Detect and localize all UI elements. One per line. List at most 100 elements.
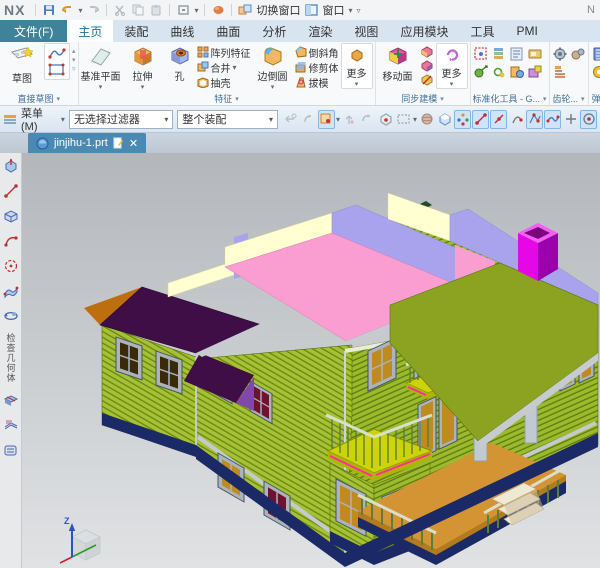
group-dialog-launcher[interactable]: ▾	[581, 95, 585, 103]
std-tool-icon-5[interactable]	[473, 64, 489, 80]
edge-blend-button[interactable]: 边倒圆▾	[253, 43, 293, 91]
midpoint-snap-icon[interactable]	[490, 110, 507, 129]
sync-icon-2[interactable]	[420, 59, 434, 72]
fit-view-icon[interactable]	[176, 3, 190, 17]
orientation-triad[interactable]	[60, 523, 100, 563]
std-tool-icon-4[interactable]	[527, 46, 543, 62]
tab-pmi[interactable]: PMI	[505, 20, 548, 42]
tab-file[interactable]: 文件(F)	[0, 20, 67, 42]
gear-icon-2[interactable]	[570, 46, 586, 62]
sketch-button[interactable]: 草图	[2, 43, 42, 85]
rectangle-select-icon[interactable]	[395, 110, 412, 129]
save-icon[interactable]	[42, 3, 56, 17]
chamfer-button[interactable]: 倒斜角	[295, 45, 339, 59]
snap-point-icon[interactable]	[454, 110, 471, 129]
rotate-icon[interactable]	[359, 110, 376, 129]
center-snap-icon[interactable]	[580, 110, 597, 129]
cut-icon[interactable]	[113, 3, 127, 17]
switch-window-icon[interactable]	[238, 3, 252, 17]
gear-icon-3[interactable]	[552, 64, 568, 80]
hole-button[interactable]: 孔	[165, 43, 195, 83]
tab-assembly[interactable]: 装配	[113, 20, 159, 42]
refresh-icon[interactable]	[211, 3, 225, 17]
feature-more-button[interactable]: 更多▾	[341, 43, 373, 89]
gear-icon-1[interactable]	[552, 46, 568, 62]
studio-spline-icon[interactable]	[48, 46, 66, 61]
move-up-icon[interactable]	[341, 110, 358, 129]
spring-icon-1[interactable]	[591, 46, 600, 62]
redo-icon[interactable]	[86, 3, 100, 17]
undo-dropdown[interactable]: ▾	[78, 6, 82, 15]
unite-button[interactable]: 合并▾	[197, 60, 251, 74]
window-dropdown[interactable]: ▾	[348, 6, 352, 15]
extrude-tool-icon[interactable]	[3, 158, 19, 174]
deselect-icon[interactable]	[300, 110, 317, 129]
highlight-dropdown[interactable]: ▾	[336, 115, 340, 124]
spring-icon-3[interactable]	[591, 64, 600, 80]
select-prev-icon[interactable]	[282, 110, 299, 129]
std-tool-icon-1[interactable]	[473, 46, 489, 62]
sphere-select-icon[interactable]	[418, 110, 435, 129]
curve-snap-icon[interactable]	[508, 110, 525, 129]
spline-snap-icon[interactable]	[544, 110, 561, 129]
group-dialog-launcher[interactable]: ▾	[440, 95, 444, 103]
tab-render[interactable]: 渲染	[297, 20, 343, 42]
rectangle-icon[interactable]	[48, 62, 66, 77]
sketch-gallery-scroll[interactable]: ▴▾▿	[72, 43, 76, 73]
tab-analysis[interactable]: 分析	[251, 20, 297, 42]
tab-curve[interactable]: 曲线	[159, 20, 205, 42]
datum-plane-button[interactable]: 基准平面▾	[81, 43, 121, 91]
fit-view-dropdown[interactable]: ▾	[194, 6, 198, 15]
workplane-icon[interactable]	[436, 110, 453, 129]
paste-icon[interactable]	[149, 3, 163, 17]
group-dialog-launcher[interactable]: ▾	[543, 95, 547, 103]
menu-button[interactable]: 菜单(M)▾	[21, 105, 65, 133]
tab-view[interactable]: 视图	[343, 20, 389, 42]
selection-scope-dropdown[interactable]: 整个装配▾	[177, 110, 278, 129]
block-tool-icon[interactable]	[3, 208, 19, 224]
document-tab[interactable]: jinjihu-1.prt ✕	[28, 133, 146, 153]
tab-home[interactable]: 主页	[67, 20, 113, 42]
endpoint-snap-icon[interactable]	[472, 110, 489, 129]
close-tab-icon[interactable]: ✕	[129, 137, 138, 150]
group-dialog-launcher[interactable]: ▾	[235, 95, 239, 103]
std-tool-icon-7[interactable]	[509, 64, 525, 80]
examine-geometry-label[interactable]: 检查几何体	[6, 333, 16, 383]
group-dialog-launcher[interactable]: ▾	[57, 95, 61, 103]
sync-more-button[interactable]: 更多▾	[436, 43, 468, 89]
tab-surface[interactable]: 曲面	[205, 20, 251, 42]
select-mode-dropdown[interactable]: ▾	[413, 115, 417, 124]
circle-tool-icon[interactable]	[3, 258, 19, 274]
trim-body-button[interactable]: 修剪体	[295, 60, 339, 74]
line-tool-icon[interactable]	[3, 183, 19, 199]
pole-snap-icon[interactable]	[526, 110, 543, 129]
arc-tool-icon[interactable]	[3, 233, 19, 249]
selection-filter-dropdown[interactable]: 无选择过滤器▾	[69, 110, 173, 129]
copy-icon[interactable]	[131, 3, 145, 17]
switch-window-button[interactable]: 切换窗口	[256, 2, 300, 18]
sheet-tool-icon-1[interactable]	[3, 392, 19, 408]
draft-button[interactable]: 拔模	[295, 75, 339, 89]
tab-application[interactable]: 应用模块	[389, 20, 459, 42]
revolve-tool-icon[interactable]	[3, 308, 19, 324]
std-tool-icon-8[interactable]	[527, 64, 543, 80]
graphics-viewport[interactable]: Z	[22, 153, 600, 568]
surface-tool-icon[interactable]	[3, 283, 19, 299]
pattern-feature-button[interactable]: 阵列特征	[197, 45, 251, 59]
tab-tools[interactable]: 工具	[459, 20, 505, 42]
sync-icon-3[interactable]	[420, 73, 434, 86]
sync-icon-1[interactable]	[420, 45, 434, 58]
undo-icon[interactable]	[60, 3, 74, 17]
window-button[interactable]: 窗口	[322, 2, 344, 18]
shell-button[interactable]: 抽壳	[197, 75, 251, 89]
std-tool-icon-3[interactable]	[509, 46, 525, 62]
sheet-tool-icon-3[interactable]	[3, 442, 19, 458]
window-icon[interactable]	[304, 3, 318, 17]
std-tool-icon-2[interactable]	[491, 46, 507, 62]
point-on-solid-icon[interactable]	[377, 110, 394, 129]
sheet-tool-icon-2[interactable]	[3, 417, 19, 433]
move-face-button[interactable]: 移动面	[378, 43, 418, 83]
highlight-toggle-icon[interactable]	[318, 110, 335, 129]
qat-overflow[interactable]: ▿	[357, 6, 361, 15]
std-tool-icon-6[interactable]	[491, 64, 507, 80]
